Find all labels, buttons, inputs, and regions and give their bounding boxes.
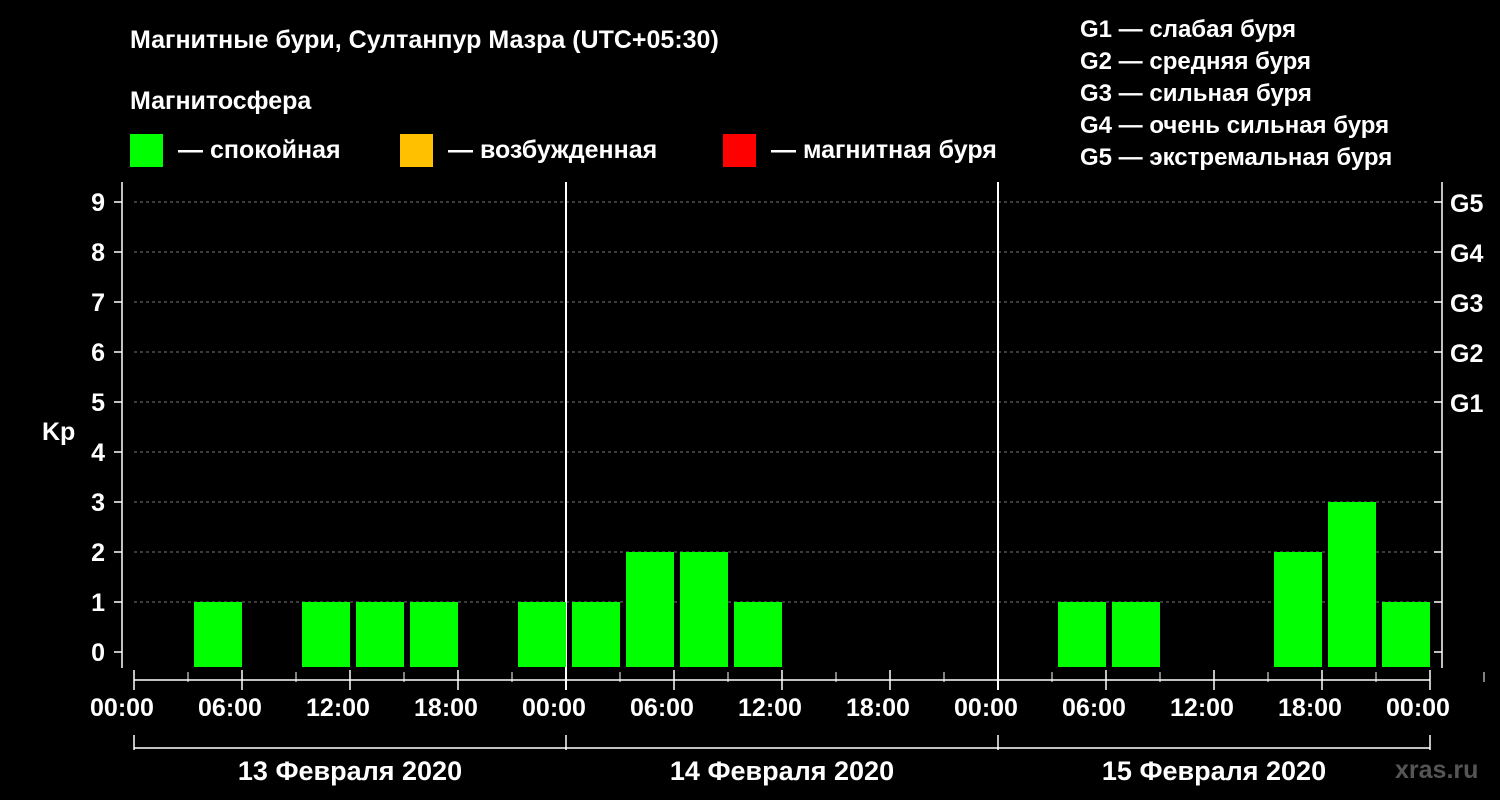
x-tick-label: 00:00 (90, 694, 154, 722)
kp-bar (518, 602, 566, 667)
x-tick-label: 00:00 (522, 694, 586, 722)
kp-bar (1328, 502, 1376, 667)
kp-bar (356, 602, 404, 667)
y-tick-label: 3 (91, 489, 105, 517)
day-label: 13 Февраля 2020 (238, 756, 462, 786)
legend-label: — возбужденная (448, 136, 657, 164)
g-scale-legend: G1 — слабая буря G2 — средняя буря G3 — си… (1080, 16, 1392, 171)
legend-label: — магнитная буря (771, 136, 997, 164)
y-tick-label: 7 (91, 289, 105, 317)
y-tick-label: 6 (91, 339, 105, 367)
x-tick-label: 06:00 (630, 694, 694, 722)
kp-bar (1058, 602, 1106, 667)
y-tick-label: 4 (91, 439, 105, 467)
x-tick-label: 12:00 (738, 694, 802, 722)
g-level-label: G3 (1450, 290, 1483, 318)
kp-bar (1382, 602, 1430, 667)
kp-bar (680, 552, 728, 667)
kp-bar (734, 602, 782, 667)
kp-bar (302, 602, 350, 667)
kp-bar (1274, 552, 1322, 667)
x-tick-label: 18:00 (846, 694, 910, 722)
kp-bar (410, 602, 458, 667)
legend-swatch (400, 134, 433, 167)
g-level-label: G2 (1450, 340, 1483, 368)
g-scale-item: G1 — слабая буря (1080, 16, 1296, 43)
legend-swatch (723, 134, 756, 167)
bars (194, 502, 1430, 667)
x-tick-label: 00:00 (1386, 694, 1450, 722)
g-level-label: G1 (1450, 390, 1483, 418)
y-tick-label: 0 (91, 639, 105, 667)
x-tick-label: 12:00 (1170, 694, 1234, 722)
x-tick-label: 06:00 (1062, 694, 1126, 722)
magnetic-storm-chart: Магнитные бури, Султанпур Мазра (UTC+05:… (42, 16, 1485, 786)
y-tick-label: 9 (91, 189, 105, 217)
chart-title: Магнитные бури, Султанпур Мазра (UTC+05:… (130, 26, 719, 54)
x-tick-label: 00:00 (954, 694, 1018, 722)
x-tick-label: 18:00 (414, 694, 478, 722)
legend-swatch (130, 134, 163, 167)
legend-label: — спокойная (178, 136, 341, 164)
kp-bar (572, 602, 620, 667)
x-tick-label: 06:00 (198, 694, 262, 722)
g-level-label: G4 (1450, 240, 1483, 268)
y-tick-label: 2 (91, 539, 105, 567)
g-scale-item: G5 — экстремальная буря (1080, 144, 1392, 171)
y-tick-label: 8 (91, 239, 105, 267)
kp-bar (1112, 602, 1160, 667)
g-scale-item: G4 — очень сильная буря (1080, 112, 1389, 139)
y-tick-label: 5 (91, 389, 105, 417)
axes: 0 1 2 3 4 5 6 7 8 9 G1 G2 G3 G4 G5 00:00 06:00 12:00 18:00… (90, 182, 1485, 786)
g-scale-item: G2 — средняя буря (1080, 48, 1311, 75)
legend-title: Магнитосфера (130, 87, 312, 115)
watermark: xras.ru (1395, 756, 1478, 784)
y-axis-label: Kp (42, 418, 75, 446)
x-tick-label: 12:00 (306, 694, 370, 722)
kp-bar (626, 552, 674, 667)
day-label: 15 Февраля 2020 (1102, 756, 1326, 786)
g-scale-item: G3 — сильная буря (1080, 80, 1312, 107)
legend: — спокойная — возбужденная — магнитная бур… (130, 134, 997, 167)
g-level-label: G5 (1450, 190, 1483, 218)
kp-bar (194, 602, 242, 667)
x-tick-label: 18:00 (1278, 694, 1342, 722)
day-label: 14 Февраля 2020 (670, 756, 894, 786)
y-tick-label: 1 (91, 589, 105, 617)
